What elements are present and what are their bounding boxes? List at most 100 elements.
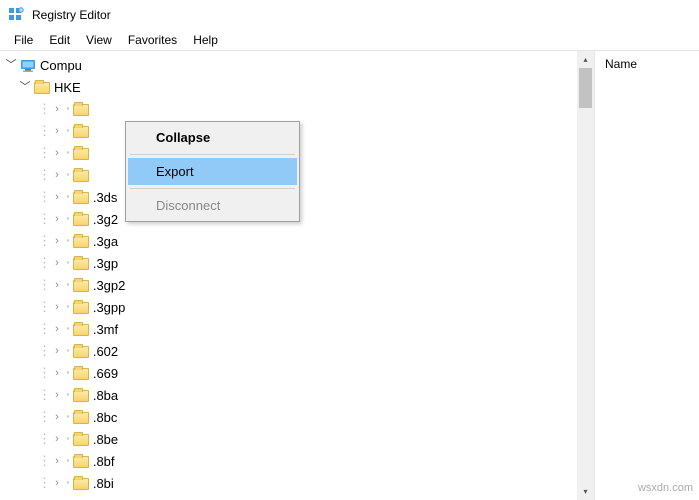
tree-guide: · <box>64 190 71 206</box>
tree-node[interactable]: ⋮›·.8ba <box>4 385 594 407</box>
tree-guide: ⋮ <box>38 432 50 448</box>
chevron-right-icon[interactable]: › <box>50 323 64 336</box>
tree-guide: · <box>64 256 71 272</box>
tree-root-computer[interactable]: ﹀ Compu <box>4 55 594 77</box>
tree-guide: ⋮ <box>38 366 50 382</box>
chevron-down-icon[interactable]: ﹀ <box>4 59 18 72</box>
chevron-right-icon[interactable]: › <box>50 213 64 226</box>
tree-label: .3gpp <box>93 300 126 316</box>
folder-icon <box>73 214 89 226</box>
tree-node[interactable]: ⋮›· .8bf <box>4 451 594 473</box>
watermark: wsxdn.com <box>638 482 693 494</box>
column-header-name[interactable]: Name <box>605 57 689 71</box>
tree-label: HKE <box>54 80 81 96</box>
chevron-right-icon[interactable]: › <box>50 191 64 204</box>
tree-guide: ⋮ <box>38 168 50 184</box>
tree-node[interactable]: ⋮›·.3mf <box>4 319 594 341</box>
tree-guide: · <box>64 476 71 492</box>
chevron-right-icon[interactable]: › <box>50 411 64 424</box>
tree-node[interactable]: ⋮›·.8bc <box>4 407 594 429</box>
tree-node[interactable]: ⋮›·.602 <box>4 341 594 363</box>
tree-guide: ⋮ <box>38 388 50 404</box>
registry-tree[interactable]: ﹀ Compu ﹀ HKE ⋮›·⋮›·⋮›·⋮›·⋮›·.3ds⋮›·.3g2… <box>0 51 594 495</box>
scroll-thumb[interactable] <box>579 68 592 108</box>
chevron-right-icon[interactable]: › <box>50 235 64 248</box>
chevron-right-icon[interactable]: › <box>50 433 64 446</box>
chevron-right-icon[interactable]: › <box>50 389 64 402</box>
folder-icon <box>73 126 89 138</box>
chevron-right-icon[interactable]: › <box>50 455 64 468</box>
folder-icon <box>73 192 89 204</box>
tree-guide: ⋮ <box>38 476 50 492</box>
menu-favorites[interactable]: Favorites <box>120 31 185 49</box>
tree-guide: ⋮ <box>38 278 50 294</box>
tree-node[interactable]: ⋮›·.8be <box>4 429 594 451</box>
tree-guide: · <box>64 344 71 360</box>
tree-node[interactable]: ⋮›· .3gpp <box>4 297 594 319</box>
chevron-right-icon[interactable]: › <box>50 367 64 380</box>
tree-label: .8bf <box>93 454 115 470</box>
menu-edit[interactable]: Edit <box>41 31 78 49</box>
folder-icon <box>73 478 89 490</box>
menu-help[interactable]: Help <box>185 31 226 49</box>
chevron-right-icon[interactable]: › <box>50 301 64 314</box>
tree-guide: · <box>64 124 71 140</box>
context-menu: Collapse Export Disconnect <box>125 121 300 222</box>
tree-node[interactable]: ⋮›·.669 <box>4 363 594 385</box>
context-item-disconnect: Disconnect <box>128 192 297 219</box>
context-item-collapse[interactable]: Collapse <box>128 124 297 151</box>
tree-node[interactable]: ⋮›· <box>4 99 594 121</box>
chevron-right-icon[interactable]: › <box>50 125 64 138</box>
folder-icon <box>73 346 89 358</box>
titlebar: Registry Editor <box>0 0 699 30</box>
chevron-right-icon[interactable]: › <box>50 279 64 292</box>
tree-label: .3g2 <box>93 212 118 228</box>
chevron-right-icon[interactable]: › <box>50 103 64 116</box>
context-separator <box>130 188 295 189</box>
tree-guide: ⋮ <box>38 124 50 140</box>
tree-guide: ⋮ <box>38 234 50 250</box>
scroll-up-button[interactable]: ▴ <box>577 51 594 68</box>
folder-icon <box>73 148 89 160</box>
menu-view[interactable]: View <box>78 31 120 49</box>
tree-node[interactable]: ⋮›·.3gp2 <box>4 275 594 297</box>
tree-guide: ⋮ <box>38 454 50 470</box>
tree-guide: · <box>64 300 71 316</box>
tree-node[interactable]: ⋮›·.8bi <box>4 473 594 495</box>
folder-icon <box>73 412 89 424</box>
tree-label: Compu <box>40 58 82 74</box>
regedit-icon <box>8 7 24 23</box>
tree-pane: ﹀ Compu ﹀ HKE ⋮›·⋮›·⋮›·⋮›·⋮›·.3ds⋮›·.3g2… <box>0 51 595 500</box>
vertical-scrollbar[interactable]: ▴ ▾ <box>577 51 594 500</box>
context-item-export[interactable]: Export <box>128 158 297 185</box>
tree-guide: ⋮ <box>38 300 50 316</box>
menu-file[interactable]: File <box>6 31 41 49</box>
folder-icon <box>34 82 50 94</box>
context-separator <box>130 154 295 155</box>
tree-guide: · <box>64 454 71 470</box>
tree-node[interactable]: ⋮›·.3ga <box>4 231 594 253</box>
chevron-right-icon[interactable]: › <box>50 169 64 182</box>
scroll-down-button[interactable]: ▾ <box>577 483 594 500</box>
chevron-down-icon[interactable]: ﹀ <box>18 81 32 94</box>
chevron-right-icon[interactable]: › <box>50 477 64 490</box>
menubar: File Edit View Favorites Help <box>0 30 699 50</box>
scroll-track[interactable] <box>577 68 594 483</box>
tree-guide: · <box>64 432 71 448</box>
chevron-right-icon[interactable]: › <box>50 147 64 160</box>
tree-node[interactable]: ⋮›·.3gp <box>4 253 594 275</box>
tree-hive[interactable]: ﹀ HKE <box>4 77 594 99</box>
tree-guide: · <box>64 212 71 228</box>
chevron-right-icon[interactable]: › <box>50 345 64 358</box>
tree-guide: · <box>64 102 71 118</box>
tree-guide: · <box>64 168 71 184</box>
tree-guide: ⋮ <box>38 256 50 272</box>
tree-guide: · <box>64 234 71 250</box>
tree-label: .669 <box>93 366 118 382</box>
tree-guide: · <box>64 388 71 404</box>
content-area: ﹀ Compu ﹀ HKE ⋮›·⋮›·⋮›·⋮›·⋮›·.3ds⋮›·.3g2… <box>0 50 699 500</box>
tree-label: .8bc <box>93 410 118 426</box>
folder-icon <box>73 324 89 336</box>
list-pane: Name <box>595 51 699 500</box>
chevron-right-icon[interactable]: › <box>50 257 64 270</box>
